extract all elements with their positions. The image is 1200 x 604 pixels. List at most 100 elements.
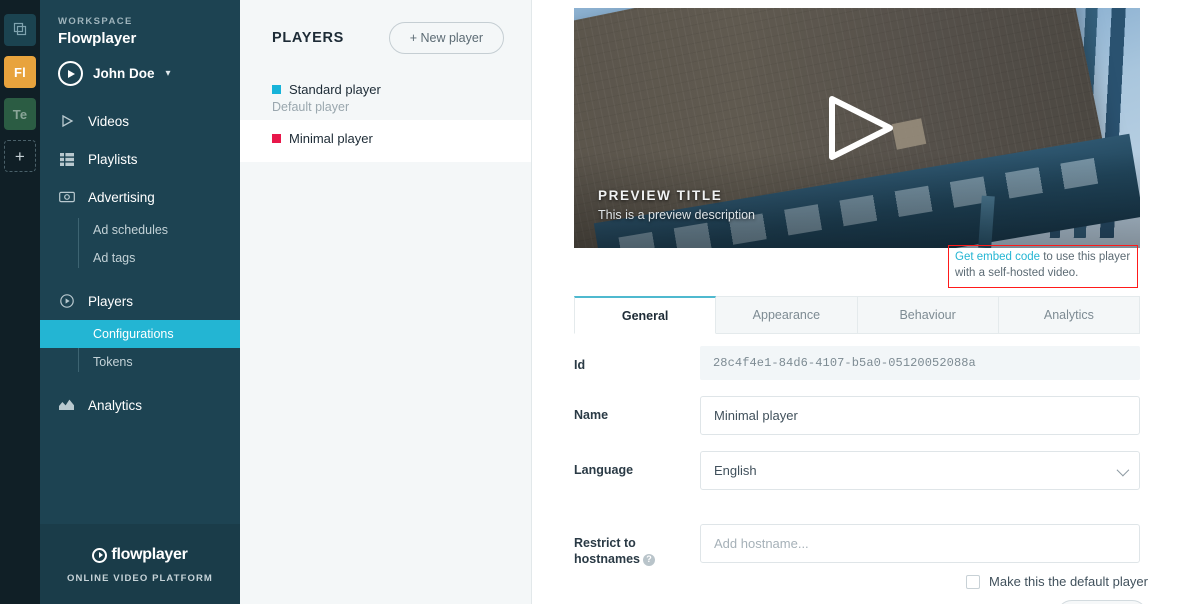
players-list: Standard player Default player Minimal p…: [240, 76, 531, 162]
brand-tagline: ONLINE VIDEO PLATFORM: [67, 573, 213, 584]
workspace-te[interactable]: Te: [4, 98, 36, 130]
player-name-row: Standard player: [272, 82, 531, 97]
general-settings-form: Id 28c4f4e1-84d6-4107-b5a0-05120052088a …: [574, 346, 1140, 583]
hostnames-label: Restrict to hostnames?: [574, 524, 700, 567]
get-embed-code-link[interactable]: Get embed code: [955, 251, 1040, 263]
default-player-row[interactable]: Make this the default player: [966, 574, 1148, 589]
sidebar-item-playlists[interactable]: Playlists: [40, 140, 240, 178]
app-root: Fl Te + WORKSPACE Flowplayer John Doe ▾: [0, 0, 1200, 604]
play-icon: [58, 114, 75, 128]
sidebar-item-tokens[interactable]: Tokens: [40, 348, 240, 376]
workspace-fl-label: Fl: [14, 64, 26, 80]
sidebar-label-tokens: Tokens: [93, 355, 133, 369]
sidebar-item-analytics[interactable]: Analytics: [40, 386, 240, 424]
user-name: John Doe: [93, 66, 155, 81]
player-name-row: Minimal player: [272, 131, 531, 146]
field-id: Id 28c4f4e1-84d6-4107-b5a0-05120052088a: [574, 346, 1140, 380]
default-player-checkbox[interactable]: [966, 574, 981, 589]
main-content: PREVIEW TITLE This is a preview descript…: [532, 0, 1200, 604]
workspace-name: Flowplayer: [58, 30, 137, 47]
sidebar-item-configurations[interactable]: Configurations: [40, 320, 240, 348]
chart-icon: [58, 399, 75, 411]
list-item[interactable]: Minimal player: [240, 120, 531, 162]
workspace-label: WORKSPACE: [58, 16, 133, 27]
language-select[interactable]: [700, 451, 1140, 490]
hostnames-input[interactable]: [700, 524, 1140, 563]
workspace-te-label: Te: [12, 106, 28, 122]
player-circle-icon: [58, 294, 75, 308]
sidebar-label-ad-tags: Ad tags: [93, 251, 136, 265]
language-label: Language: [574, 463, 634, 477]
page-title: PLAYERS: [272, 30, 345, 46]
sidebar-label-videos: Videos: [88, 113, 130, 129]
workspace-rail: Fl Te +: [0, 0, 40, 604]
player-subtitle: Default player: [272, 100, 350, 114]
field-hostnames: Restrict to hostnames?: [574, 524, 1140, 567]
players-panel: PLAYERS + New player Standard player Def…: [240, 0, 532, 604]
default-player-label: Make this the default player: [989, 574, 1148, 589]
sidebar-item-videos[interactable]: Videos: [40, 102, 240, 140]
tab-behaviour[interactable]: Behaviour: [857, 296, 999, 334]
help-icon[interactable]: ?: [643, 553, 655, 566]
player-color-swatch: [272, 134, 281, 143]
players-subnav: Configurations Tokens: [40, 320, 240, 376]
user-menu[interactable]: John Doe ▾: [40, 47, 240, 86]
name-control: [700, 396, 1140, 435]
sidebar-label-analytics: Analytics: [88, 397, 143, 413]
sidebar: WORKSPACE Flowplayer John Doe ▾ Videos P…: [40, 0, 240, 604]
preview-description: This is a preview description: [598, 208, 756, 222]
sidebar-item-ad-schedules[interactable]: Ad schedules: [40, 216, 240, 244]
hostnames-control: [700, 524, 1140, 563]
players-header: PLAYERS + New player: [240, 0, 531, 54]
avatar: [58, 61, 83, 86]
nav-spacer-2: [40, 376, 240, 386]
player-name: Standard player: [289, 82, 381, 97]
id-value: 28c4f4e1-84d6-4107-b5a0-05120052088a: [700, 346, 1140, 380]
tab-general[interactable]: General: [574, 296, 717, 334]
sidebar-item-ad-tags[interactable]: Ad tags: [40, 244, 240, 272]
name-label: Name: [574, 408, 609, 422]
player-preview[interactable]: PREVIEW TITLE This is a preview descript…: [574, 8, 1140, 248]
brand-footer: flowplayer ONLINE VIDEO PLATFORM: [40, 524, 240, 604]
chevron-down-icon: ▾: [165, 68, 171, 79]
id-label: Id: [574, 358, 586, 372]
name-input[interactable]: [700, 396, 1140, 435]
language-control: [700, 451, 1140, 490]
sidebar-item-players[interactable]: Players: [40, 282, 240, 320]
embed-code-callout: Get embed code to use this player with a…: [948, 245, 1138, 288]
advertising-subnav: Ad schedules Ad tags: [40, 216, 240, 272]
hostnames-label-text: Restrict to hostnames: [574, 536, 640, 566]
sidebar-label-players: Players: [88, 293, 134, 309]
workspace-switcher[interactable]: [4, 14, 36, 46]
list-item[interactable]: Standard player Default player: [240, 76, 531, 120]
sidebar-nav: Videos Playlists Advertising Ad schedule…: [40, 102, 240, 424]
flowplayer-mark-icon: [92, 547, 108, 563]
flowplayer-logo: flowplayer: [40, 546, 240, 564]
preview-caption: PREVIEW TITLE This is a preview descript…: [598, 188, 755, 222]
sidebar-label-advertising: Advertising: [88, 189, 155, 205]
brand-name: flowplayer: [111, 546, 188, 563]
id-control: 28c4f4e1-84d6-4107-b5a0-05120052088a: [700, 346, 1140, 380]
sidebar-label-playlists: Playlists: [88, 151, 138, 167]
plus-icon: +: [14, 146, 26, 166]
sidebar-item-advertising[interactable]: Advertising: [40, 178, 240, 216]
settings-tabs: General Appearance Behaviour Analytics: [574, 296, 1140, 334]
player-color-swatch: [272, 85, 281, 94]
sidebar-label-ad-schedules: Ad schedules: [93, 223, 169, 237]
workspace-header: WORKSPACE Flowplayer: [40, 0, 240, 47]
tab-analytics[interactable]: Analytics: [998, 296, 1140, 334]
copy-icon: [12, 21, 28, 40]
preview-title: PREVIEW TITLE: [598, 188, 723, 203]
workspace-fl[interactable]: Fl: [4, 56, 36, 88]
add-workspace-button[interactable]: +: [4, 140, 36, 172]
list-icon: [58, 152, 75, 166]
new-player-button[interactable]: + New player: [388, 22, 504, 54]
field-language: Language: [574, 451, 1140, 490]
tab-appearance[interactable]: Appearance: [716, 296, 858, 334]
field-name: Name: [574, 396, 1140, 435]
sidebar-label-configurations: Configurations: [93, 327, 174, 341]
player-name: Minimal player: [289, 131, 373, 146]
banknote-icon: [58, 191, 75, 203]
save-button[interactable]: [1056, 600, 1148, 604]
